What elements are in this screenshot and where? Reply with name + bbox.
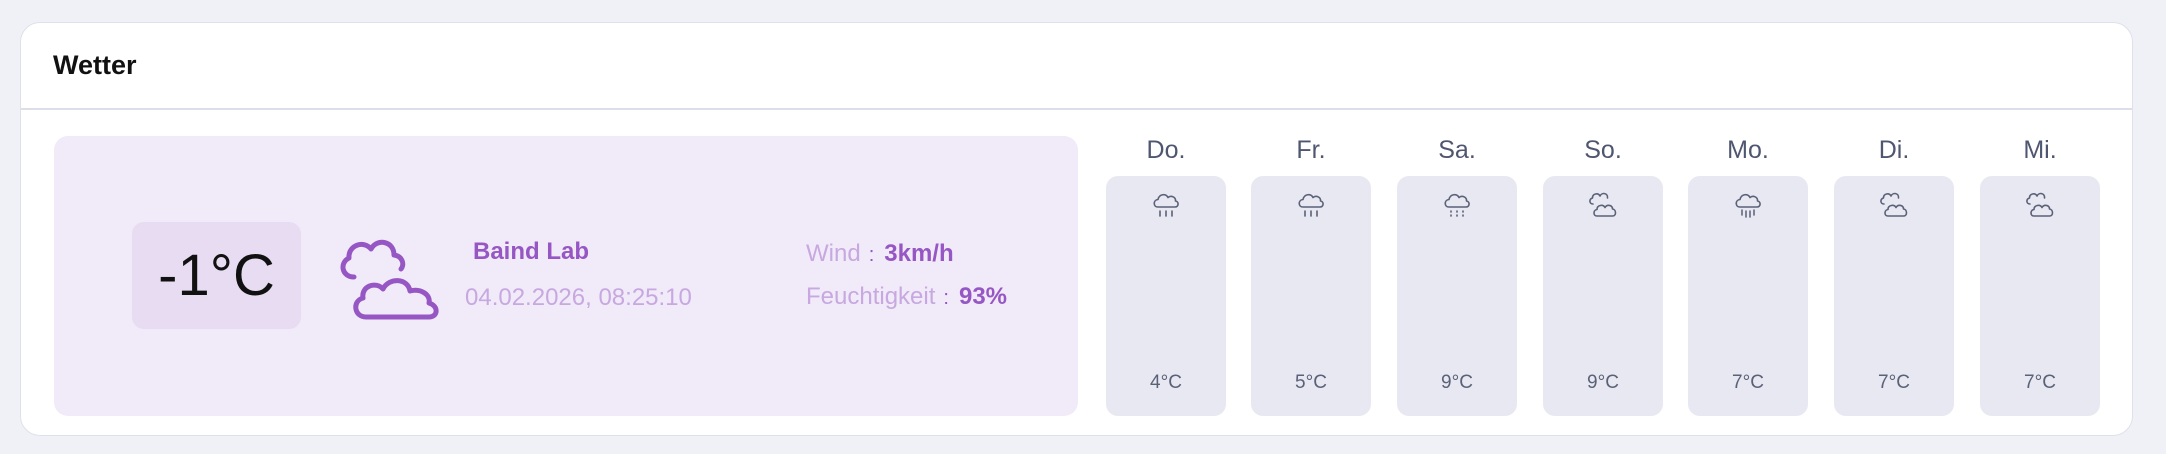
rain-icon (1153, 193, 1179, 217)
forecast-day-label: So. (1584, 136, 1622, 164)
wind-label: Wind (806, 240, 861, 267)
forecast-day-label: Fr. (1296, 136, 1326, 164)
forecast-column: 9°C (1397, 176, 1517, 416)
forecast-temperature: 7°C (1732, 372, 1764, 393)
forecast-day: Mi. 7°C (1980, 136, 2100, 416)
cloudy-icon (1880, 192, 1908, 217)
cloudy-icon (340, 239, 439, 320)
forecast-column: 7°C (1688, 176, 1808, 416)
forecast-day: Sa. 9°C (1397, 136, 1517, 416)
forecast-temperature: 9°C (1587, 372, 1619, 393)
humidity-label: Feuchtigkeit (806, 283, 936, 310)
forecast-column: 7°C (1980, 176, 2100, 416)
forecast-column: 4°C (1106, 176, 1226, 416)
weather-card: Wetter -1°C Baind Lab 04.02.2026, 08:25:… (20, 22, 2133, 436)
forecast-temperature: 9°C (1441, 372, 1473, 393)
showers-icon (1735, 193, 1761, 218)
forecast-day-label: Mi. (2023, 136, 2057, 164)
location-name: Baind Lab (473, 238, 590, 265)
forecast-day: Do. 4°C (1106, 136, 1226, 416)
wind-stat: Wind:3km/h (806, 240, 954, 268)
humidity-stat: Feuchtigkeit:93% (806, 283, 1007, 311)
current-temperature: -1°C (158, 243, 275, 308)
current-weather-panel: -1°C Baind Lab 04.02.2026, 08:25:10 Wind… (54, 136, 1078, 416)
forecast-day-label: Di. (1878, 136, 1910, 164)
forecast-temperature: 5°C (1295, 372, 1327, 393)
drizzle-icon (1444, 193, 1470, 217)
forecast-column: 7°C (1834, 176, 1954, 416)
humidity-value: 93% (958, 283, 1008, 310)
cloudy-icon (1589, 192, 1617, 217)
card-header: Wetter (21, 23, 2132, 110)
forecast-day-label: Do. (1146, 136, 1186, 164)
current-temperature-box: -1°C (132, 222, 301, 329)
rain-icon (1298, 193, 1324, 217)
current-datetime: 04.02.2026, 08:25:10 (465, 284, 692, 311)
card-title: Wetter (53, 50, 137, 80)
forecast-column: 9°C (1543, 176, 1663, 416)
cloudy-icon (2026, 192, 2054, 217)
forecast-temperature: 4°C (1150, 372, 1182, 393)
wind-value: 3km/h (884, 240, 954, 267)
forecast-temperature: 7°C (1878, 372, 1910, 393)
forecast-day: So. 9°C (1543, 136, 1663, 416)
forecast-temperature: 7°C (2024, 372, 2056, 393)
humidity-separator: : (943, 287, 949, 309)
forecast-day-label: Sa. (1438, 136, 1476, 164)
forecast-day: Mo. 7°C (1688, 136, 1808, 416)
forecast-day: Fr. 5°C (1251, 136, 1371, 416)
forecast-day-label: Mo. (1727, 136, 1769, 164)
forecast-day: Di. 7°C (1834, 136, 1954, 416)
forecast-column: 5°C (1251, 176, 1371, 416)
wind-separator: : (868, 244, 875, 266)
